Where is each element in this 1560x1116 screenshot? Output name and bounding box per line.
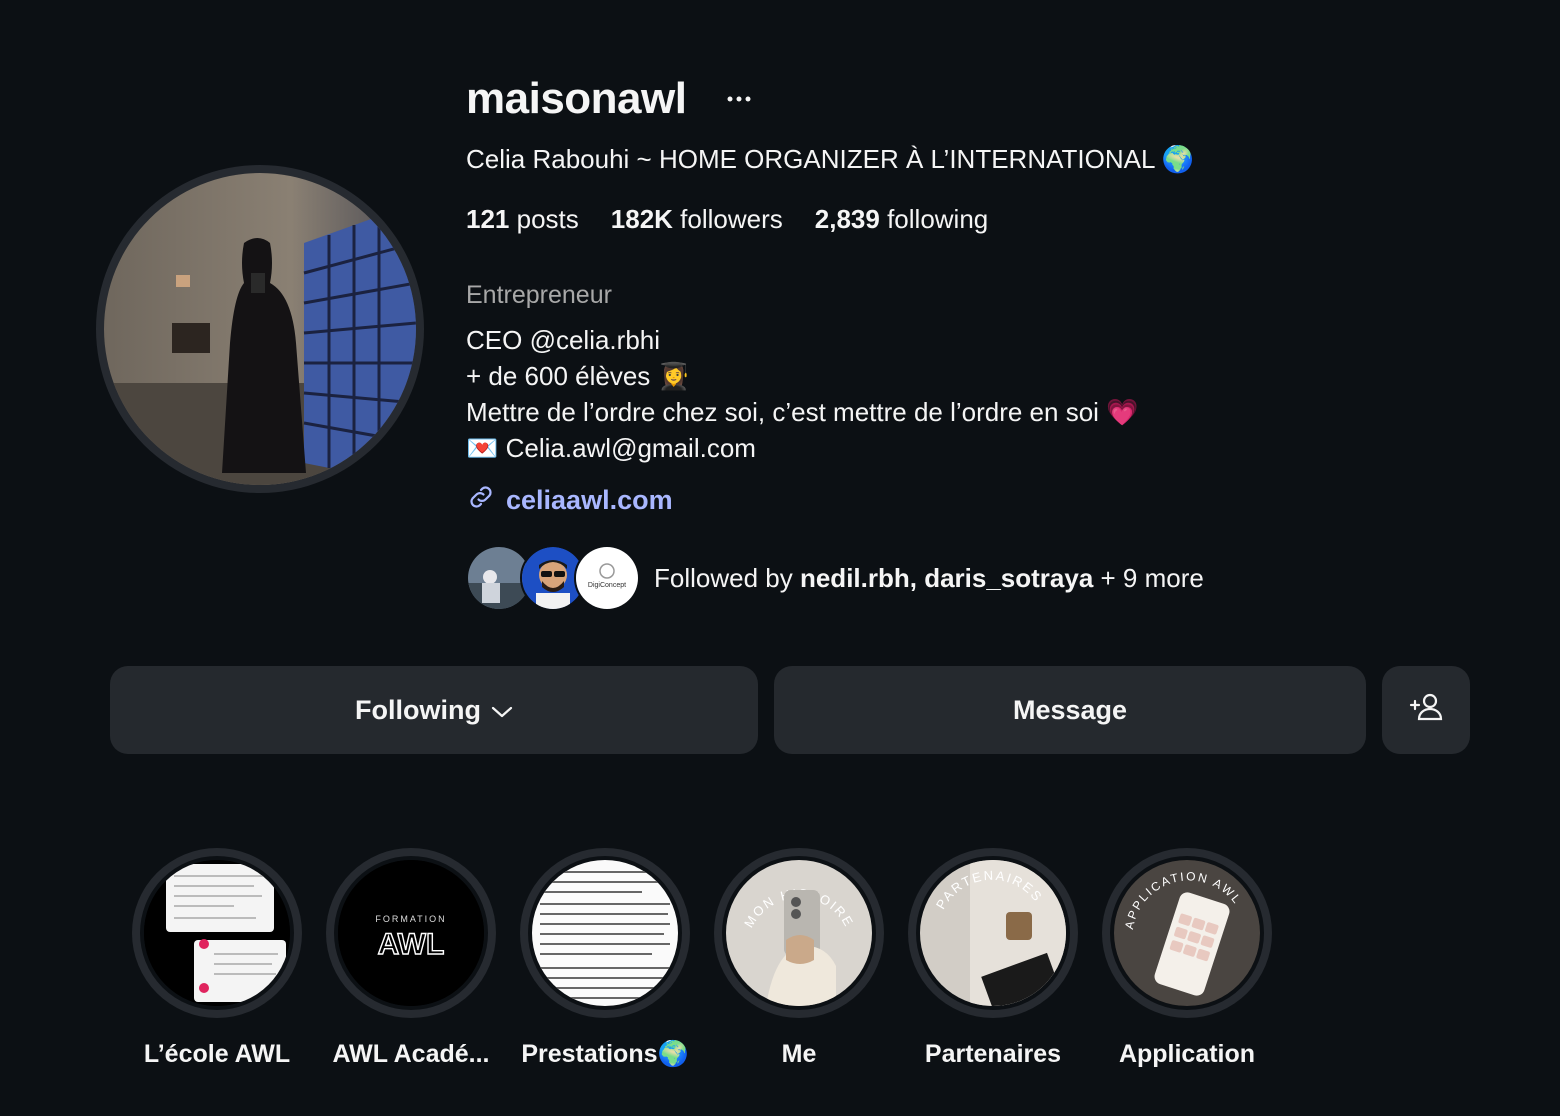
highlight-awl-academie[interactable]: FORMATION AWL AWL Acadé... <box>324 848 498 1069</box>
profile-username: maisonawl <box>466 74 687 123</box>
highlight-me[interactable]: MON HISTOIRE Me <box>712 848 886 1069</box>
link-icon <box>466 482 496 519</box>
profile-bio: CEO @celia.rbhi + de 600 élèves 👩‍🎓 Mett… <box>466 322 1139 466</box>
highlight-label[interactable]: Me <box>782 1040 817 1069</box>
followed-by-text[interactable]: Followed by nedil.rbh, daris_sotraya + 9… <box>654 563 1204 594</box>
story-highlights: L’école AWL FORMATION AWL AWL Acadé... P… <box>130 848 1274 1069</box>
highlight-ring[interactable] <box>132 848 302 1018</box>
profile-category: Entrepreneur <box>466 281 612 309</box>
posts-count: 121 <box>466 204 510 234</box>
profile-photo <box>104 173 416 485</box>
highlight-cover[interactable]: APPLICATION AWL <box>1110 856 1264 1010</box>
followers-label[interactable]: followers <box>680 204 783 234</box>
link-text[interactable]: celiaawl.com <box>506 485 673 516</box>
bio-line: 💌 Celia.awl@gmail.com <box>466 433 756 463</box>
profile-stats: 121 posts 182K followers 2,839 following <box>466 204 988 235</box>
chevron-down-icon <box>491 695 513 726</box>
bio-line: + de 600 élèves 👩‍🎓 <box>466 361 690 391</box>
highlight-ring[interactable]: MON HISTOIRE <box>714 848 884 1018</box>
posts-label: posts <box>516 204 579 234</box>
highlight-cover[interactable]: MON HISTOIRE <box>722 856 876 1010</box>
highlight-cover[interactable]: PARTENAIRES <box>916 856 1070 1010</box>
mutual-avatar: DigiConcept <box>574 545 640 611</box>
highlight-label[interactable]: AWL Acadé... <box>333 1040 490 1069</box>
bio-line: CEO @celia.rbhi <box>466 325 661 355</box>
highlight-label[interactable]: L’école AWL <box>144 1040 290 1069</box>
highlight-ring[interactable]: PARTENAIRES <box>908 848 1078 1018</box>
add-user-button[interactable] <box>1382 666 1470 754</box>
highlight-label[interactable]: Application <box>1119 1040 1255 1069</box>
following-count[interactable]: 2,839 <box>815 204 880 234</box>
following-button-label: Following <box>355 694 481 725</box>
awl-logo-text: AWL <box>378 928 445 961</box>
followed-by[interactable]: DigiConcept Followed by nedil.rbh, daris… <box>466 545 1204 611</box>
following-button[interactable]: Following <box>110 666 758 754</box>
profile-full-name: Celia Rabouhi ~ HOME ORGANIZER À L’INTER… <box>466 144 1195 174</box>
message-button-label: Message <box>1012 694 1128 725</box>
highlight-ecole-awl[interactable]: L’école AWL <box>130 848 304 1069</box>
ellipsis-icon[interactable] <box>722 82 756 116</box>
bio-line: Mettre de l’ordre chez soi, c’est mettre… <box>466 397 1139 427</box>
profile-link[interactable]: celiaawl.com <box>466 482 673 519</box>
highlight-ring[interactable]: APPLICATION AWL <box>1102 848 1272 1018</box>
highlight-label[interactable]: Prestations🌍 <box>521 1040 688 1069</box>
profile-avatar[interactable] <box>104 173 416 485</box>
following-stat[interactable]: 2,839 following <box>815 204 988 235</box>
mutual-avatars: DigiConcept <box>466 545 642 611</box>
following-label[interactable]: following <box>887 204 988 234</box>
highlight-ring[interactable] <box>520 848 690 1018</box>
highlight-ring[interactable]: FORMATION AWL <box>326 848 496 1018</box>
followers-stat[interactable]: 182K followers <box>611 204 783 235</box>
formation-text: FORMATION <box>375 914 446 924</box>
highlight-application[interactable]: APPLICATION AWL Application <box>1100 848 1274 1069</box>
add-user-icon <box>1409 692 1443 729</box>
highlight-cover[interactable] <box>528 856 682 1010</box>
message-button[interactable]: Message <box>774 666 1366 754</box>
highlight-cover[interactable]: FORMATION AWL <box>334 856 488 1010</box>
profile-avatar-ring[interactable] <box>96 165 424 493</box>
posts-stat: 121 posts <box>466 204 579 235</box>
followers-count[interactable]: 182K <box>611 204 673 234</box>
highlight-prestations[interactable]: Prestations🌍 <box>518 848 692 1069</box>
highlight-cover[interactable] <box>140 856 294 1010</box>
followed-by-names[interactable]: nedil.rbh, daris_sotraya <box>800 563 1093 593</box>
highlight-partenaires[interactable]: PARTENAIRES Partenaires <box>906 848 1080 1069</box>
digiconcept-logo-text: DigiConcept <box>588 582 626 589</box>
followed-by-suffix[interactable]: + 9 more <box>1093 563 1204 593</box>
highlight-label[interactable]: Partenaires <box>925 1040 1061 1069</box>
followed-by-prefix: Followed by <box>654 562 800 593</box>
